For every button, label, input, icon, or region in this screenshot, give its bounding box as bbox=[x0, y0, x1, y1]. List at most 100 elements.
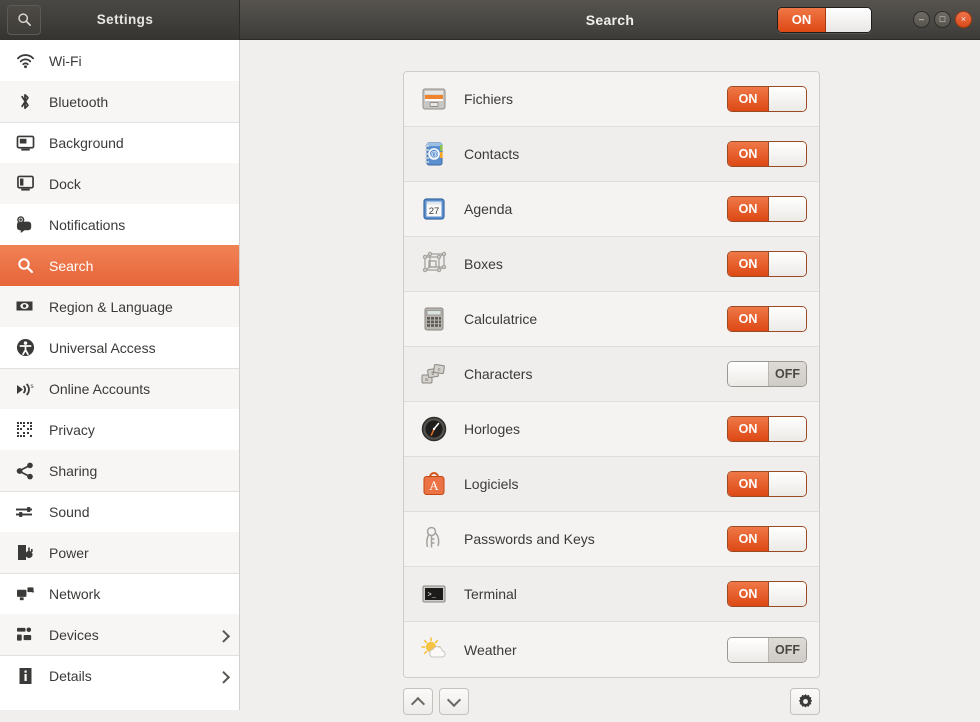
toggle-on-label: ON bbox=[728, 527, 769, 551]
toggle-on-label: ON bbox=[728, 307, 769, 331]
settings-app-title: Settings bbox=[96, 12, 154, 27]
row-toggle[interactable]: OFF bbox=[727, 361, 807, 387]
sidebar-item-network[interactable]: Network bbox=[0, 573, 239, 614]
search-icon bbox=[14, 256, 36, 276]
sidebar-item-dock[interactable]: Dock bbox=[0, 163, 239, 204]
row-toggle[interactable]: ON bbox=[727, 471, 807, 497]
gear-icon bbox=[798, 694, 812, 708]
toggle-on-label: ON bbox=[728, 472, 769, 496]
table-row[interactable]: Weather OFF bbox=[404, 622, 819, 677]
background-icon bbox=[14, 133, 36, 153]
sidebar-item-bluetooth[interactable]: Bluetooth bbox=[0, 81, 239, 122]
svg-text:b: b bbox=[432, 371, 435, 377]
master-toggle-on-label: ON bbox=[778, 7, 826, 32]
sidebar-item-devices[interactable]: Devices bbox=[0, 614, 239, 655]
sidebar-item-region-language[interactable]: Region & Language bbox=[0, 286, 239, 327]
row-toggle[interactable]: ON bbox=[727, 416, 807, 442]
toggle-knob bbox=[769, 142, 806, 166]
table-row[interactable]: >_ Terminal ON bbox=[404, 567, 819, 622]
row-toggle[interactable]: ON bbox=[727, 86, 807, 112]
sidebar-item-wifi[interactable]: Wi-Fi bbox=[0, 40, 239, 81]
sidebar-item-sound[interactable]: Sound bbox=[0, 491, 239, 532]
sidebar-item-online-accounts[interactable]: s Online Accounts bbox=[0, 368, 239, 409]
move-up-button[interactable] bbox=[403, 688, 433, 715]
table-row[interactable]: Calculatrice ON bbox=[404, 292, 819, 347]
table-row[interactable]: 27 Agenda ON bbox=[404, 182, 819, 237]
toggle-knob bbox=[769, 417, 806, 441]
titlebar-main-section: Search ON – □ × bbox=[240, 0, 980, 40]
sidebar-item-details[interactable]: Details bbox=[0, 655, 239, 696]
maximize-icon-button[interactable]: □ bbox=[934, 10, 951, 28]
row-toggle[interactable]: ON bbox=[727, 581, 807, 607]
sharing-icon bbox=[14, 461, 36, 481]
sidebar-item-label: Devices bbox=[49, 626, 99, 643]
row-label: Boxes bbox=[464, 256, 503, 272]
row-label: Characters bbox=[464, 366, 533, 382]
table-row[interactable]: Horloges ON bbox=[404, 402, 819, 457]
region-language-icon bbox=[14, 297, 36, 317]
bluetooth-icon bbox=[14, 92, 36, 112]
contacts-icon: @ bbox=[418, 138, 450, 170]
master-toggle-knob bbox=[826, 7, 871, 32]
weather-icon bbox=[418, 634, 450, 666]
row-label: Agenda bbox=[464, 201, 513, 217]
privacy-icon bbox=[14, 420, 36, 440]
table-row[interactable]: Boxes ON bbox=[404, 237, 819, 292]
list-toolbar bbox=[403, 688, 820, 722]
row-toggle[interactable]: ON bbox=[727, 141, 807, 167]
row-toggle[interactable]: ON bbox=[727, 196, 807, 222]
sidebar-item-label: Power bbox=[49, 544, 89, 561]
row-toggle[interactable]: OFF bbox=[727, 636, 807, 663]
sidebar-item-label: Sound bbox=[49, 504, 90, 520]
table-row[interactable]: @ Contacts ON bbox=[404, 127, 819, 182]
row-toggle[interactable]: ON bbox=[727, 526, 807, 552]
svg-text:a: a bbox=[425, 377, 428, 383]
table-row[interactable]: Fichiers ON bbox=[404, 72, 819, 127]
software-icon-letter: A bbox=[429, 478, 439, 493]
calendar-day-number: 27 bbox=[429, 206, 440, 217]
toggle-knob bbox=[728, 637, 769, 662]
master-search-toggle[interactable]: ON bbox=[777, 6, 872, 33]
sidebar-item-label: Search bbox=[49, 257, 94, 274]
svg-text:@: @ bbox=[430, 150, 438, 159]
row-toggle[interactable]: ON bbox=[727, 306, 807, 332]
wifi-icon bbox=[14, 51, 36, 71]
sidebar-item-label: Universal Access bbox=[49, 339, 156, 356]
toggle-on-label: ON bbox=[728, 87, 769, 111]
calendar-icon: 27 bbox=[418, 193, 450, 225]
toggle-knob bbox=[769, 582, 806, 606]
sidebar-item-privacy[interactable]: Privacy bbox=[0, 409, 239, 450]
sidebar-item-label: Online Accounts bbox=[49, 381, 151, 397]
toggle-knob bbox=[769, 87, 806, 111]
sidebar-item-label: Wi-Fi bbox=[49, 52, 82, 69]
table-row[interactable]: abc Characters OFF bbox=[404, 347, 819, 402]
details-icon bbox=[14, 666, 36, 686]
row-label: Logiciels bbox=[464, 476, 519, 492]
minimize-icon-button[interactable]: – bbox=[913, 10, 930, 28]
universal-access-icon bbox=[14, 338, 36, 358]
table-row[interactable]: A Logiciels ON bbox=[404, 457, 819, 512]
close-icon-button[interactable]: × bbox=[955, 10, 972, 28]
sidebar-item-search[interactable]: Search bbox=[0, 245, 239, 286]
table-row[interactable]: Passwords and Keys ON bbox=[404, 512, 819, 567]
row-label: Fichiers bbox=[464, 91, 514, 107]
toggle-off-label: OFF bbox=[769, 637, 806, 662]
search-settings-gear-button[interactable] bbox=[790, 688, 820, 715]
sidebar-item-sharing[interactable]: Sharing bbox=[0, 450, 239, 491]
sidebar-item-universal-access[interactable]: Universal Access bbox=[0, 327, 239, 368]
toggle-knob bbox=[769, 252, 806, 276]
row-toggle[interactable]: ON bbox=[727, 251, 807, 277]
power-icon bbox=[14, 543, 36, 563]
toggle-knob bbox=[728, 362, 769, 386]
search-icon-button[interactable] bbox=[7, 4, 41, 35]
content-area: Fichiers ON @ Contacts ON 27 Agenda ON B… bbox=[241, 40, 980, 715]
sidebar-item-notifications[interactable]: Notifications bbox=[0, 204, 239, 245]
sidebar-item-power[interactable]: Power bbox=[0, 532, 239, 573]
svg-text:s: s bbox=[30, 383, 34, 390]
sound-icon bbox=[14, 502, 36, 522]
move-down-button[interactable] bbox=[439, 688, 469, 715]
software-icon: A bbox=[418, 468, 450, 500]
row-label: Contacts bbox=[464, 146, 520, 162]
chevron-down-icon bbox=[446, 692, 462, 707]
sidebar-item-background[interactable]: Background bbox=[0, 122, 239, 163]
